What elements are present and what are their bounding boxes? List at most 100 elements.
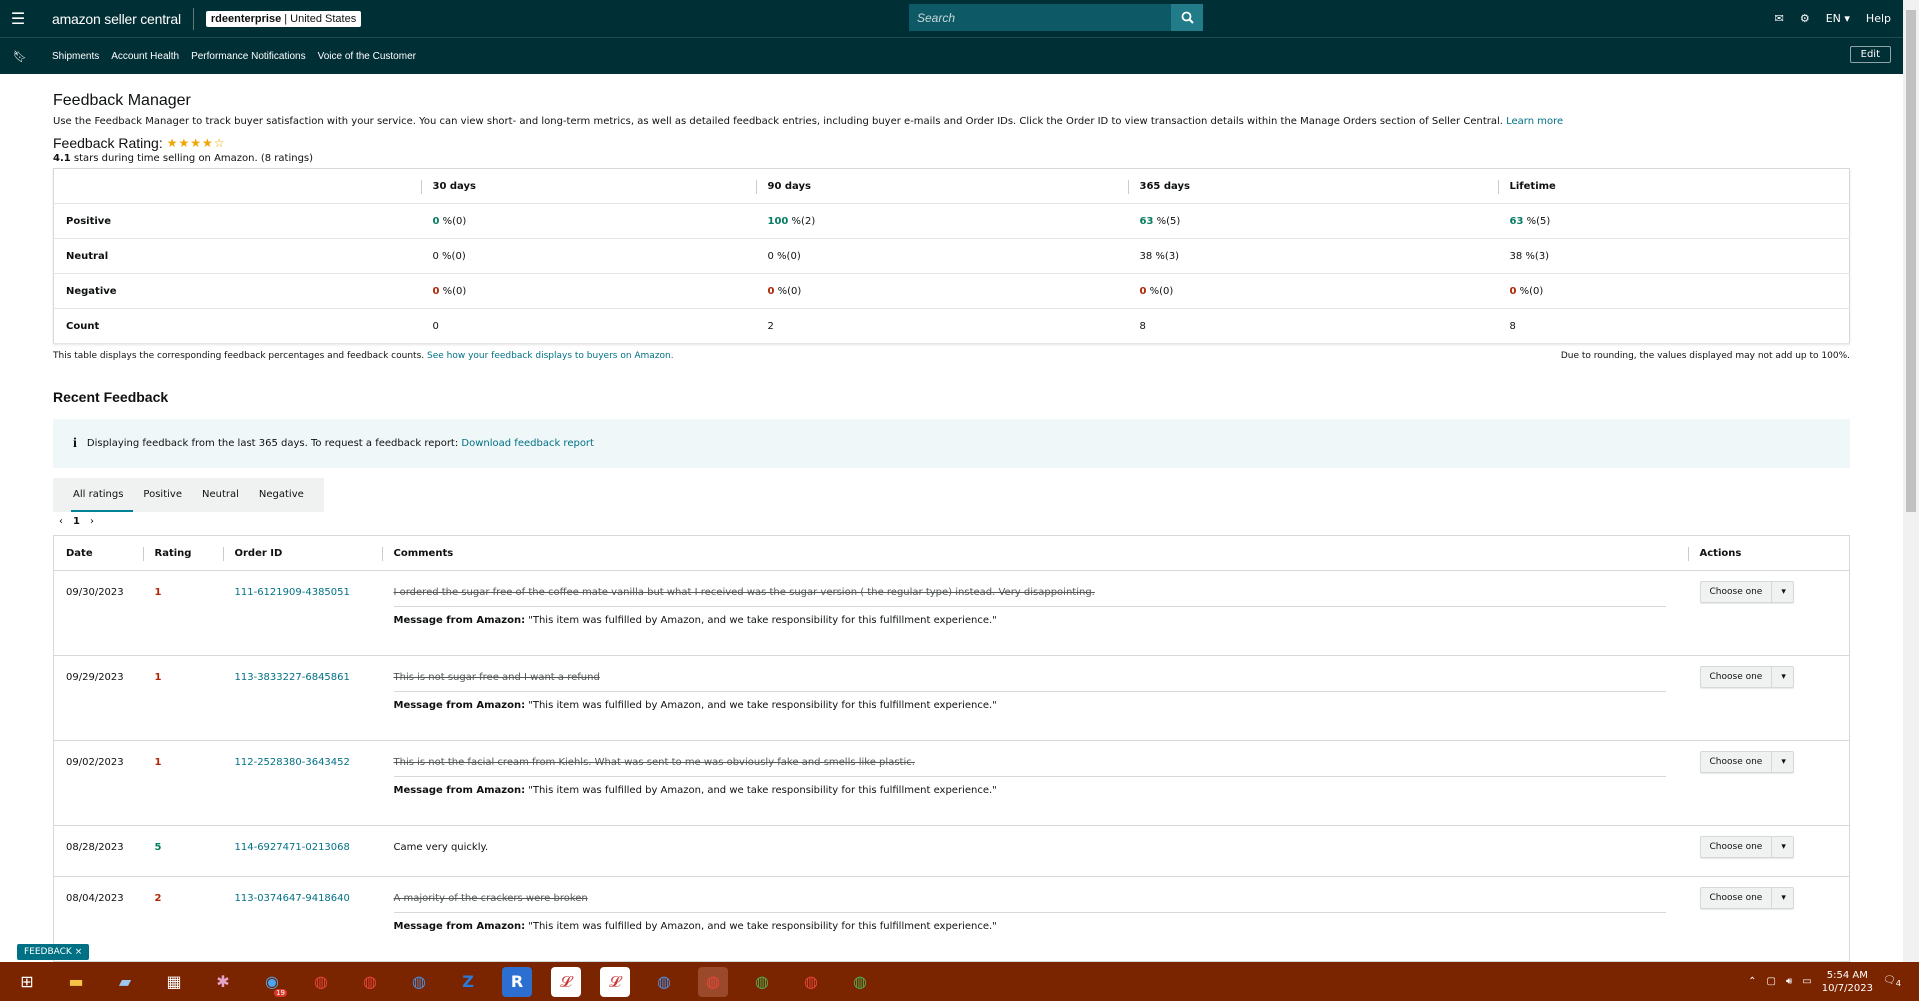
volume-icon[interactable]: 🔊︎ [1786, 976, 1792, 987]
metrics-cell: 0 %(0) [420, 238, 756, 274]
scrollbar-thumb[interactable] [1906, 10, 1916, 512]
metrics-row-count: Count 0 2 8 8 [53, 308, 1850, 344]
actions-cell: Choose one ▾ [1687, 570, 1850, 656]
chevron-down-icon: ▾ [1771, 887, 1793, 909]
nav-performance-notifications[interactable]: Performance Notifications [191, 51, 306, 62]
search-input[interactable] [909, 4, 1171, 31]
amazon-message: Message from Amazon: "This item was fulf… [393, 921, 997, 932]
action-dropdown[interactable]: Choose one ▾ [1699, 751, 1795, 773]
feedback-rating: 1 [142, 570, 223, 656]
action-dropdown[interactable]: Choose one ▾ [1699, 666, 1795, 688]
current-page[interactable]: 1 [73, 516, 80, 527]
menu-icon[interactable]: ☰ [0, 0, 36, 37]
app-r-icon[interactable]: R [502, 966, 532, 997]
language-selector[interactable]: EN ▾ [1826, 12, 1850, 25]
next-page-icon[interactable]: › [90, 516, 94, 527]
metrics-cell: 0 %(0) [755, 273, 1128, 309]
chrome-profile-icon[interactable]: ◍ [649, 967, 679, 997]
tab-negative[interactable]: Negative [249, 478, 314, 512]
bookmark-icon[interactable]: 🔖︎ [0, 50, 40, 63]
chrome-profile-icon[interactable]: ◍ [796, 967, 826, 997]
header-utilities: ✉ ⚙ EN ▾ Help [1775, 0, 1891, 37]
tab-all-ratings[interactable]: All ratings [63, 478, 134, 512]
gear-icon[interactable]: ⚙ [1800, 12, 1810, 25]
col-365-days: 365 days [1127, 168, 1498, 204]
feedback-date: 09/29/2023 [53, 655, 143, 741]
chrome-profile-icon[interactable]: ◍ [845, 967, 875, 997]
metrics-cell: 8 [1497, 308, 1850, 344]
metrics-cell: 8 [1127, 308, 1498, 344]
page-title: Feedback Manager [53, 92, 191, 109]
feedback-comment: Came very quickly. [393, 842, 489, 853]
chrome-active-icon[interactable]: ◍ [698, 966, 728, 997]
notifications-icon[interactable]: 🗨︎4 [1883, 975, 1901, 988]
feedback-comment: I ordered the sugar free of the coffee m… [393, 587, 1095, 598]
col-actions: Actions [1687, 535, 1850, 571]
chevron-down-icon: ▾ [1771, 666, 1793, 688]
feedback-display-link[interactable]: See how your feedback displays to buyers… [427, 351, 674, 361]
chart-app-icon[interactable]: 𝓛 [600, 966, 630, 997]
search-icon [1181, 11, 1194, 24]
download-report-link[interactable]: Download feedback report [461, 438, 594, 449]
chrome-icon[interactable]: ◍ [306, 967, 336, 997]
slack-icon[interactable]: ✱ [208, 967, 238, 997]
notepad-icon[interactable]: ▰ [110, 967, 140, 997]
order-id-link[interactable]: 114-6927471-0213068 [235, 842, 350, 853]
page-scrollbar[interactable] [1903, 0, 1919, 962]
tab-neutral[interactable]: Neutral [192, 478, 249, 512]
help-link[interactable]: Help [1866, 12, 1891, 25]
feedback-date: 08/28/2023 [53, 825, 143, 877]
order-id-link[interactable]: 111-6121909-4385051 [235, 587, 350, 598]
rating-summary: 4.1 stars during time selling on Amazon.… [53, 153, 314, 164]
chrome-profile-icon[interactable]: ◍ [355, 967, 385, 997]
edit-bookmarks-button[interactable]: Edit [1849, 46, 1891, 63]
col-90-days: 90 days [755, 168, 1128, 204]
account-switcher[interactable]: rdeenterprise | United States [205, 10, 362, 27]
logo-divider [192, 7, 194, 30]
chrome-profile-icon[interactable]: ◍ [747, 967, 777, 997]
meet-icon[interactable]: ▢ [1766, 976, 1775, 987]
action-dropdown[interactable]: Choose one ▾ [1699, 581, 1795, 603]
nav-account-health[interactable]: Account Health [111, 51, 179, 62]
metrics-cell: 38 %(3) [1127, 238, 1498, 274]
clock[interactable]: 5:54 AM 10/7/2023 [1822, 969, 1873, 995]
feedback-comment-cell: I ordered the sugar free of the coffee m… [381, 570, 1688, 656]
tab-positive[interactable]: Positive [133, 478, 192, 512]
chart-app-icon[interactable]: 𝓛 [551, 966, 581, 997]
feedback-tab[interactable]: FEEDBACK × [17, 944, 90, 960]
order-id-link[interactable]: 113-3833227-6845861 [235, 672, 350, 683]
windows-start-icon[interactable]: ⊞ [12, 967, 42, 997]
order-id-cell: 112-2528380-3643452 [222, 740, 382, 826]
feedback-comment: This is not sugar free and I want a refu… [393, 672, 600, 683]
order-id-link[interactable]: 113-0374647-9418640 [235, 893, 350, 904]
recent-feedback-title: Recent Feedback [53, 389, 169, 405]
mail-icon[interactable]: ✉ [1775, 12, 1784, 25]
action-dropdown[interactable]: Choose one ▾ [1699, 887, 1795, 909]
col-30-days: 30 days [420, 168, 756, 204]
system-tray: ⌃ ▢ 🔊︎ ▭ 5:54 AM 10/7/2023 🗨︎4 [1748, 962, 1901, 1001]
order-id-cell: 111-6121909-4385051 [222, 570, 382, 656]
search-button[interactable] [1171, 4, 1203, 31]
chevron-up-icon[interactable]: ⌃ [1748, 976, 1756, 987]
nav-voice-of-the-customer[interactable]: Voice of the Customer [318, 51, 416, 62]
learn-more-link[interactable]: Learn more [1506, 116, 1563, 127]
actions-cell: Choose one ▾ [1687, 655, 1850, 741]
calculator-icon[interactable]: ▦ [159, 967, 189, 997]
edge-icon[interactable]: ◉ 19 [257, 967, 287, 997]
network-icon[interactable]: ▭ [1802, 976, 1811, 987]
feedback-comment-cell: This is not the facial cream from Kiehls… [381, 740, 1688, 826]
prev-page-icon[interactable]: ‹ [59, 516, 63, 527]
nav-shipments[interactable]: Shipments [52, 51, 99, 62]
seller-central-logo[interactable]: amazon seller central [52, 11, 181, 27]
chrome-profile-icon[interactable]: ◍ [404, 967, 434, 997]
feedback-rating-heading: Feedback Rating: ★★★★☆ [53, 135, 226, 151]
metrics-cell: 0 %(0) [1497, 273, 1850, 309]
rounding-note: Due to rounding, the values displayed ma… [1560, 351, 1850, 361]
actions-cell: Choose one ▾ [1687, 825, 1850, 877]
file-explorer-icon[interactable]: ▬ [61, 967, 91, 997]
zoom-icon[interactable]: Z [453, 967, 483, 997]
feedback-comment-cell: A majority of the crackers were broken Me… [381, 876, 1688, 962]
metrics-row-label: Count [53, 308, 421, 344]
order-id-link[interactable]: 112-2528380-3643452 [235, 757, 350, 768]
action-dropdown[interactable]: Choose one ▾ [1699, 836, 1795, 858]
